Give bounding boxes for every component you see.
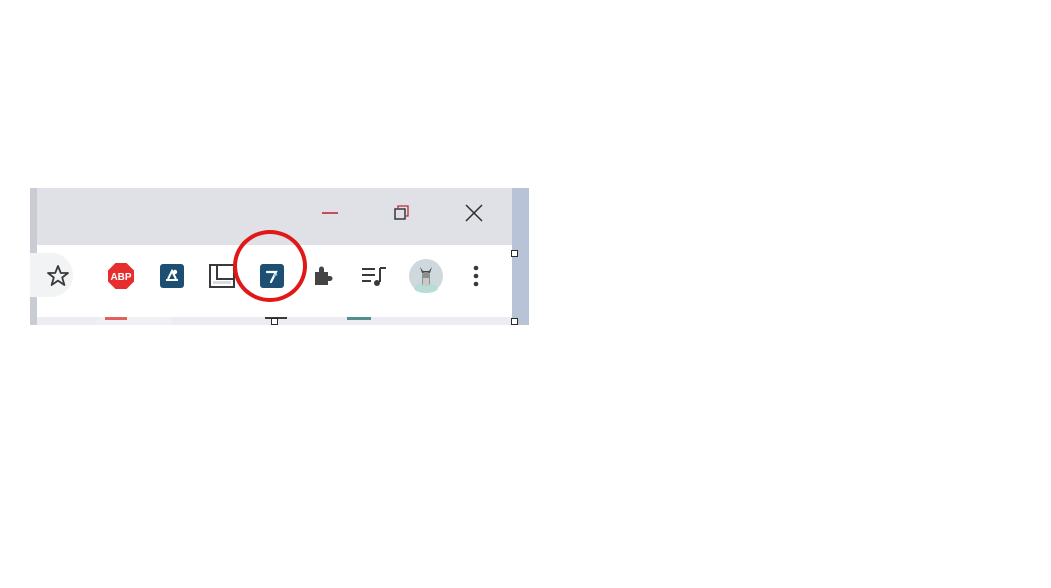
profile-avatar[interactable] xyxy=(407,257,445,295)
minimize-button[interactable] xyxy=(307,188,353,238)
close-button[interactable] xyxy=(451,188,497,238)
title-bar xyxy=(30,188,512,245)
minimize-icon xyxy=(322,212,338,214)
selection-handle xyxy=(271,318,278,325)
selection-handle xyxy=(511,250,518,257)
extensions-puzzle-icon[interactable] xyxy=(310,263,336,289)
browser-toolbar: ABP xyxy=(30,245,512,317)
close-icon xyxy=(465,204,483,222)
bookmark-star-icon[interactable] xyxy=(45,263,71,289)
abp-label: ABP xyxy=(110,272,131,283)
selection-handle xyxy=(511,318,518,325)
highlighted-extension-icon[interactable] xyxy=(258,262,286,290)
bookmark-favicon xyxy=(347,317,371,320)
adblock-plus-icon[interactable]: ABP xyxy=(107,262,135,290)
bookmark-favicon xyxy=(105,317,127,320)
browser-window-crop: ABP xyxy=(30,188,529,325)
more-menu-icon[interactable] xyxy=(467,263,485,289)
extension-blue-icon[interactable] xyxy=(158,262,186,290)
media-queue-icon[interactable] xyxy=(360,263,388,289)
extension-outline-icon[interactable] xyxy=(208,262,236,290)
restore-icon xyxy=(394,205,409,220)
restore-button[interactable] xyxy=(378,188,424,238)
